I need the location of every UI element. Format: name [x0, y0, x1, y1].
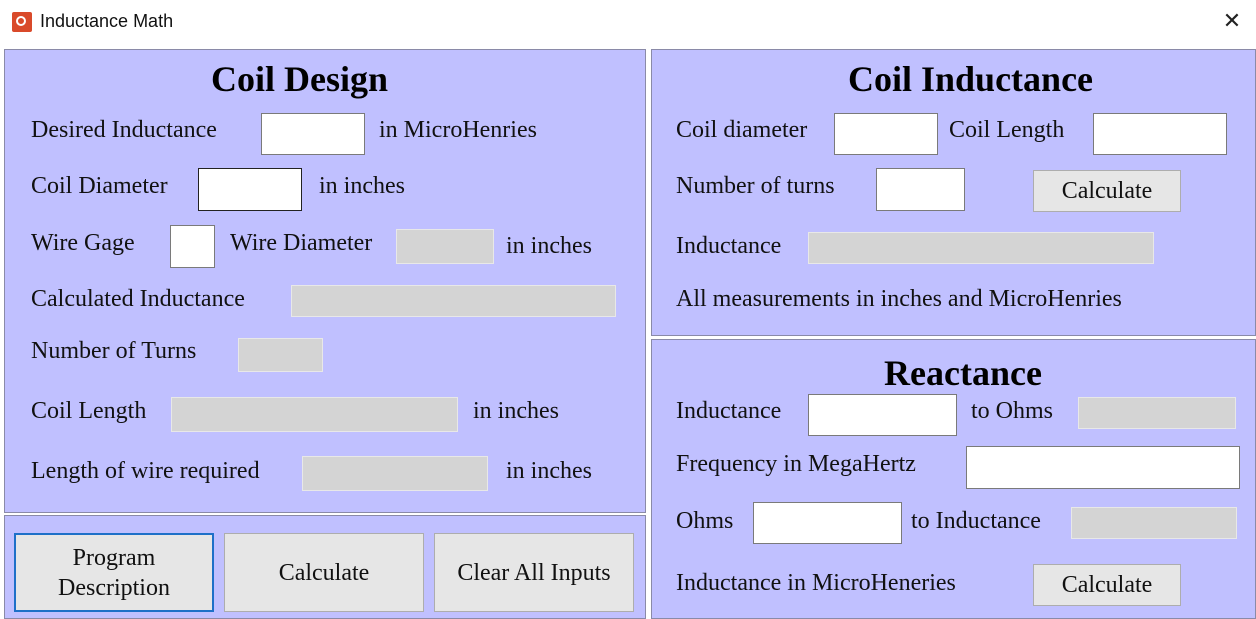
clear-all-inputs-button[interactable]: Clear All Inputs [434, 533, 634, 612]
ci-number-of-turns-label: Number of turns [676, 173, 835, 199]
ci-units-note: All measurements in inches and MicroHenr… [676, 286, 1122, 312]
number-of-turns-label: Number of Turns [31, 338, 197, 364]
ci-inductance-label: Inductance [676, 233, 782, 259]
ci-coil-length-input[interactable] [1093, 113, 1227, 155]
coil-length-unit: in inches [473, 398, 559, 424]
r-to-ohms-label: to Ohms [971, 398, 1054, 424]
wire-gage-label: Wire Gage [31, 230, 135, 256]
calculated-inductance-output [291, 285, 616, 317]
wire-gage-input[interactable] [170, 225, 215, 268]
window-title: Inductance Math [40, 11, 174, 31]
coil-length-label: Coil Length [31, 398, 147, 424]
r-to-inductance-label: to Inductance [911, 508, 1041, 534]
desired-inductance-input[interactable] [261, 113, 365, 155]
r-ohms-label: Ohms [676, 508, 734, 534]
coil-length-output [171, 397, 458, 432]
r-ohms-input[interactable] [753, 502, 902, 544]
coil-inductance-heading: Coil Inductance [848, 59, 1094, 99]
r-inductance-microhenries-label: Inductance in MicroHeneries [676, 570, 956, 596]
ci-number-of-turns-input[interactable] [876, 168, 965, 211]
calculated-inductance-label: Calculated Inductance [31, 286, 245, 312]
wire-diameter-label: Wire Diameter [230, 230, 373, 256]
reactance-heading: Reactance [884, 353, 1042, 393]
wire-diameter-output [396, 229, 494, 264]
close-icon[interactable]: ✕ [1212, 4, 1252, 40]
program-description-line1: Program [72, 544, 156, 571]
calculate-button[interactable]: Calculate [224, 533, 424, 612]
ci-coil-diameter-label: Coil diameter [676, 117, 808, 143]
number-of-turns-output [238, 338, 323, 372]
desired-inductance-label: Desired Inductance [31, 117, 217, 143]
coil-diameter-input[interactable] [198, 168, 302, 211]
title-bar: Inductance Math ✕ [0, 0, 1256, 44]
r-frequency-input[interactable] [966, 446, 1240, 489]
wire-length-output [302, 456, 488, 491]
program-description-line2: Description [58, 574, 170, 601]
ci-calculate-button[interactable]: Calculate [1033, 170, 1181, 212]
r-to-ohms-output [1078, 397, 1236, 429]
r-inductance-label: Inductance [676, 398, 782, 424]
coil-diameter-unit: in inches [319, 173, 405, 199]
ci-coil-diameter-input[interactable] [834, 113, 938, 155]
wire-diameter-unit: in inches [506, 233, 592, 259]
wire-length-label: Length of wire required [31, 458, 260, 484]
ci-coil-length-label: Coil Length [949, 117, 1065, 143]
app-icon [12, 12, 32, 32]
r-to-inductance-output [1071, 507, 1237, 539]
program-description-button[interactable]: Program Description [14, 533, 214, 612]
r-inductance-input[interactable] [808, 394, 957, 436]
r-frequency-label: Frequency in MegaHertz [676, 451, 916, 477]
coil-diameter-label: Coil Diameter [31, 173, 168, 199]
ci-inductance-output [808, 232, 1154, 264]
r-calculate-button[interactable]: Calculate [1033, 564, 1181, 606]
wire-length-unit: in inches [506, 458, 592, 484]
desired-inductance-unit: in MicroHenries [379, 117, 537, 143]
coil-design-heading: Coil Design [211, 59, 389, 99]
